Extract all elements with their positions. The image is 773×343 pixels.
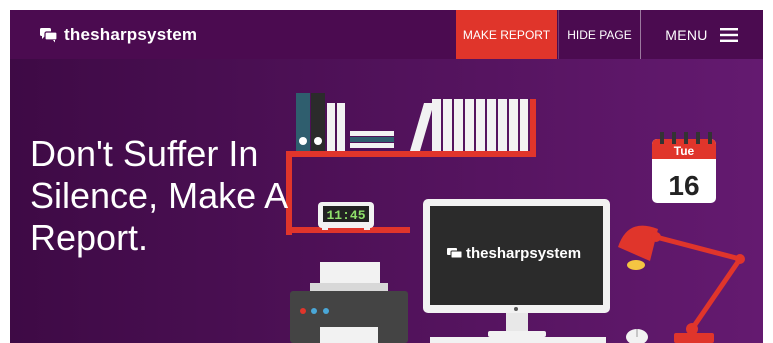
menu-label: MENU: [665, 26, 708, 43]
books-icon: [410, 99, 528, 151]
hero-headline: Don't Suffer In Silence, Make A Report.: [30, 133, 287, 258]
menu-button[interactable]: MENU: [640, 10, 763, 59]
hide-page-button[interactable]: HIDE PAGE: [558, 10, 641, 59]
printer-icon: [290, 262, 408, 343]
hamburger-icon: [719, 27, 738, 42]
calendar-date: 16: [668, 170, 699, 201]
mouse-icon: [626, 329, 648, 343]
calendar-day: Tue: [674, 144, 695, 158]
site-logo[interactable]: thesharpsystem: [40, 24, 197, 46]
make-report-button[interactable]: MAKE REPORT: [456, 10, 557, 59]
clock-time: 11:45: [326, 208, 365, 223]
site-header: thesharpsystem MAKE REPORT HIDE PAGE MEN…: [10, 10, 763, 59]
logo-text: thesharpsystem: [64, 25, 198, 44]
monitor-logo-text: thesharpsystem: [466, 245, 581, 262]
chat-bubbles-icon: [40, 28, 58, 43]
desk-lamp-icon: [618, 225, 745, 343]
monitor-icon: [423, 199, 610, 343]
page-frame: thesharpsystem MAKE REPORT HIDE PAGE MEN…: [10, 10, 763, 343]
hero-banner: Don't Suffer In Silence, Make A Report.: [10, 59, 763, 343]
